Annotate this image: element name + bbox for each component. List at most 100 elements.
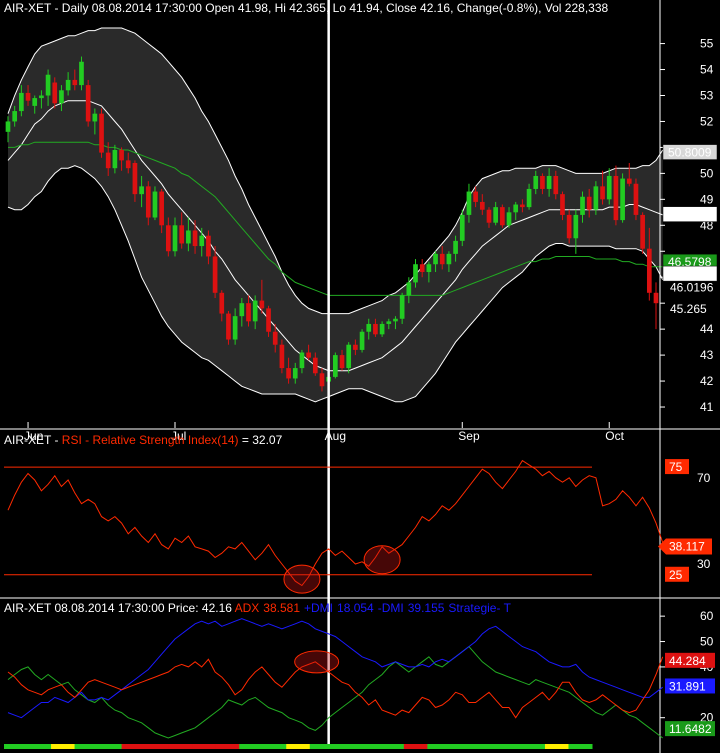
price-title: AIR-XET - Daily 08.08.2014 17:30:00 Open… [4,1,609,15]
adx-value: 38.581 [263,601,300,615]
price-tick-label: 54 [700,63,714,77]
adx-label: ADX [235,601,260,615]
candle-body [580,196,585,215]
strategy-strip-segment [450,744,475,749]
strategy-strip-segment [427,744,452,749]
candle-body [12,111,18,122]
candle-body [226,313,231,340]
price-value-label: 46.0196 [670,281,714,295]
candle-body [533,175,539,189]
candle-body [172,225,178,252]
candle-body [92,113,98,122]
rsi-tick-label: 30 [697,557,711,571]
candle-body [359,331,365,350]
candle-body [366,323,372,332]
candle-body [419,264,425,273]
candle-body [399,295,405,319]
candle-body [159,191,164,226]
candle-body [593,186,599,210]
candle-body [192,230,198,247]
chart-canvas[interactable]: 7525703038.117 6050402044.28431.89111.64… [0,0,720,753]
strategy-strip-segment [286,744,311,749]
candle-body [32,98,38,106]
strategy-strip-segment [568,744,593,749]
candle-body [59,90,64,104]
rsi-plot: 75 25 70 30 38.117 [4,459,712,594]
candle-body [339,355,345,369]
candle-body [165,225,171,252]
rsi-title-name: RSI - Relative Strength Index(14) [62,433,239,447]
candle-body [640,214,645,249]
candle-body [25,92,31,101]
time-tick-label: Oct [605,429,624,443]
rsi-title-prefix: AIR-XET - [4,433,62,447]
candle-body [626,178,632,184]
candle-body [433,253,438,265]
candle-body [19,92,24,112]
strategie-label: Strategie- T [448,601,511,615]
strategy-strip-segment [98,744,123,749]
candle-body [206,235,211,257]
candle-body [72,79,78,86]
price-value-label: 45.265 [670,302,707,316]
candle-body [85,85,91,122]
price-tick-label: 49 [700,192,714,206]
candle-body [186,230,191,244]
strategy-strip-segment [145,744,170,749]
candle-body [560,194,565,215]
price-tick-label: 42 [700,374,714,388]
adx-highlight [294,650,340,674]
candle-body [312,357,318,374]
candle-body [573,214,579,239]
price-tick-label: 52 [700,114,714,128]
strategy-strip-segment [333,744,358,749]
mdi-value: 39.155 [408,601,445,615]
candle-body [373,323,378,335]
adx-title-prefix: AIR-XET 08.08.2014 17:30:00 Price: 42.16 [4,601,235,615]
candle-body [119,150,124,161]
adx-value-label: 31.891 [669,679,706,693]
candle-body [272,331,278,345]
candle-body [346,344,352,369]
candle-body [292,368,298,379]
adx-tick-label: 60 [700,609,714,623]
candle-body [613,175,619,221]
strategy-strip-segment [309,744,334,749]
adx-plot: 6050402044.28431.89111.6482 [4,609,715,749]
rsi-tick-label: 70 [697,471,711,485]
candle-body [199,235,205,247]
candle-body [479,201,485,210]
price-value-label: 50.8009 [668,146,712,160]
strategy-strip-segment [497,744,522,749]
candle-body [252,300,258,322]
candle-body [145,186,151,218]
candle-body [219,292,225,314]
strategy-strip-segment [27,744,52,749]
candle-body [606,175,612,200]
candle-body [500,207,505,226]
strategy-strip-segment [168,744,193,749]
candle-body [299,352,305,369]
strategy-strip-segment [192,744,217,749]
candle-body [506,212,512,226]
rsi-highlight [363,545,401,575]
candle-body [125,160,131,169]
time-tick-label: Aug [325,429,346,443]
price-tick-label: 53 [700,88,714,102]
strategy-strip-segment [74,744,99,749]
candle-body [279,344,285,369]
candle-body [393,318,398,322]
candle-body [152,191,158,218]
candle-body [646,248,652,293]
pdi-label: +DMI [304,601,333,615]
candle-body [266,308,271,332]
adx-value-label: 44.284 [669,654,706,668]
candle-body [540,175,545,189]
candle-body [513,204,519,213]
candle-body [386,321,392,324]
candle-body [586,196,592,210]
rsi-highlight [283,564,321,594]
candle-body [139,186,144,195]
candle-body [413,264,418,283]
rsi-title-value: = 32.07 [239,433,283,447]
